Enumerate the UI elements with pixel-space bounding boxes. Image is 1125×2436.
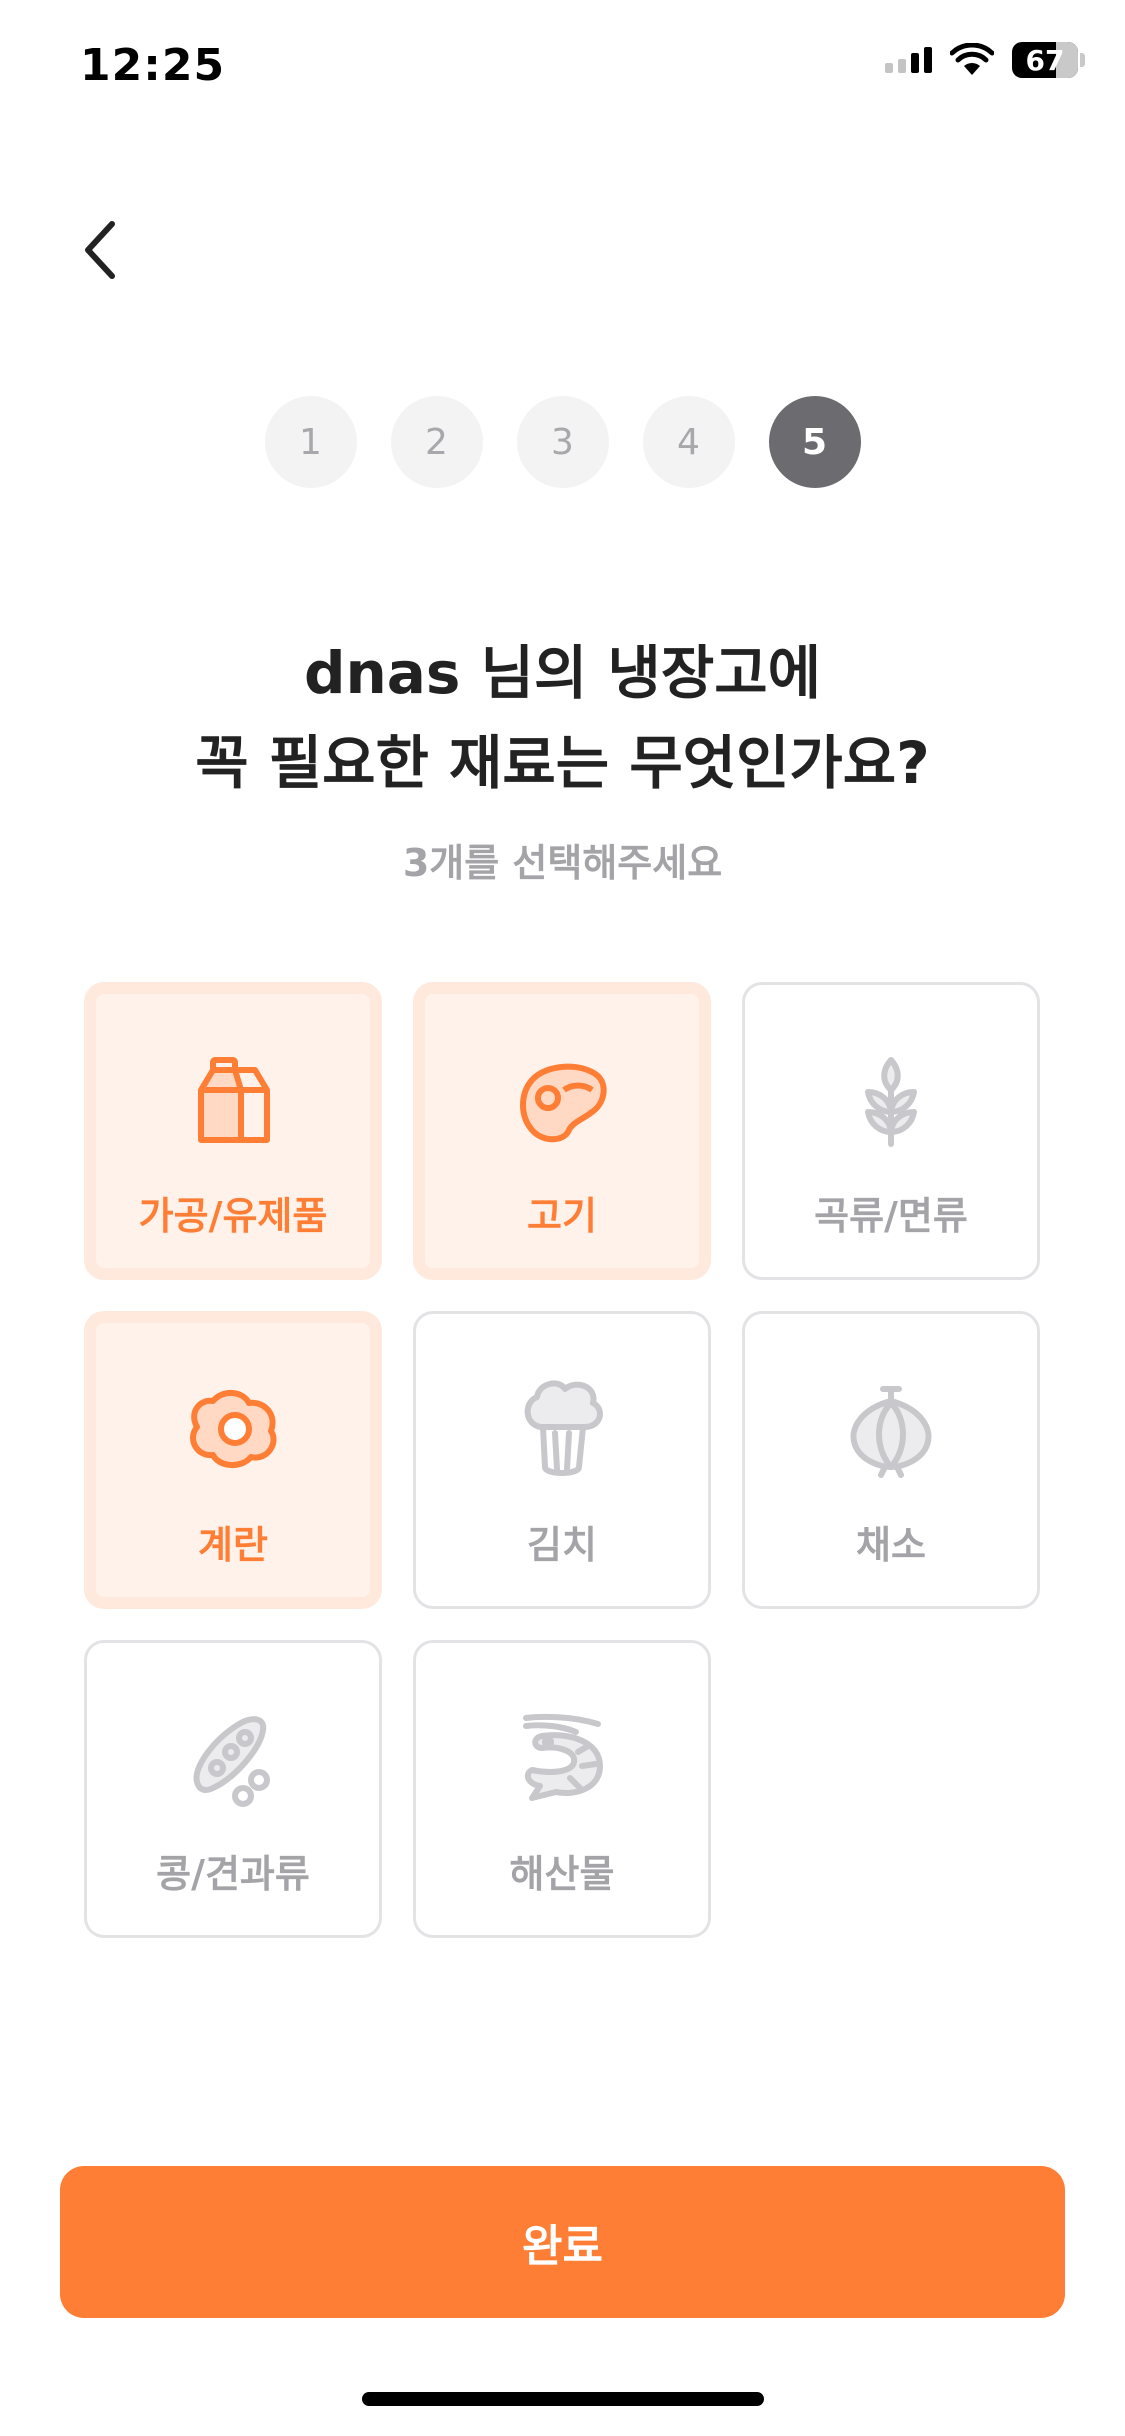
step-5: 5 (768, 396, 861, 488)
category-label: 해산물 (509, 1852, 615, 1896)
title-line-1: dnas 님의 냉장고에 (303, 639, 821, 707)
category-label: 김치 (527, 1523, 597, 1567)
category-card-grains[interactable]: 곡류/면류 (742, 982, 1040, 1280)
category-label: 곡류/면류 (814, 1194, 968, 1238)
pea-pod-icon (178, 1703, 288, 1813)
page-subtitle: 3개를 선택해주세요 (402, 841, 723, 885)
fried-egg-icon (178, 1374, 288, 1484)
category-label: 채소 (856, 1523, 926, 1567)
cellular-signal-icon (885, 47, 932, 73)
home-indicator[interactable] (362, 2392, 764, 2406)
steak-icon (507, 1045, 617, 1155)
shrimp-icon (507, 1703, 617, 1813)
chevron-left-icon (85, 221, 115, 279)
category-card-meat[interactable]: 고기 (413, 982, 711, 1280)
step-2: 2 (390, 396, 483, 488)
category-label: 콩/견과류 (156, 1852, 310, 1896)
category-card-beans-nuts[interactable]: 콩/견과류 (84, 1640, 382, 1938)
status-icons: 67 (885, 42, 1085, 78)
wifi-icon (950, 43, 994, 75)
category-label: 계란 (198, 1523, 268, 1567)
category-label: 가공/유제품 (138, 1194, 328, 1238)
step-3: 3 (516, 396, 609, 488)
step-4: 4 (642, 396, 735, 488)
milk-carton-icon (178, 1045, 288, 1155)
category-card-egg[interactable]: 계란 (84, 1311, 382, 1609)
back-button[interactable] (60, 210, 140, 290)
step-1: 1 (264, 396, 357, 488)
category-card-vegetables[interactable]: 채소 (742, 1311, 1040, 1609)
category-card-seafood[interactable]: 해산물 (413, 1640, 711, 1938)
step-indicator: 1 2 3 4 5 (0, 396, 1125, 488)
complete-button[interactable]: 완료 (60, 2166, 1065, 2318)
onion-icon (836, 1374, 946, 1484)
category-card-kimchi[interactable]: 김치 (413, 1311, 711, 1609)
status-time: 12:25 (80, 40, 226, 91)
wheat-icon (836, 1045, 946, 1155)
status-bar: 12:25 67 (0, 0, 1125, 140)
title-line-2: 꼭 필요한 재료는 무엇인가요? (195, 729, 930, 797)
category-grid: 가공/유제품 고기 곡류/면류 계란 김치 채소 콩/견과류 해산물 (84, 982, 1040, 1938)
battery-level: 67 (1025, 43, 1065, 77)
page-title: dnas 님의 냉장고에 꼭 필요한 재료는 무엇인가요? (0, 628, 1125, 808)
category-label: 고기 (527, 1194, 597, 1238)
category-card-dairy[interactable]: 가공/유제품 (84, 982, 382, 1280)
battery-icon: 67 (1012, 42, 1085, 78)
cabbage-icon (507, 1374, 617, 1484)
